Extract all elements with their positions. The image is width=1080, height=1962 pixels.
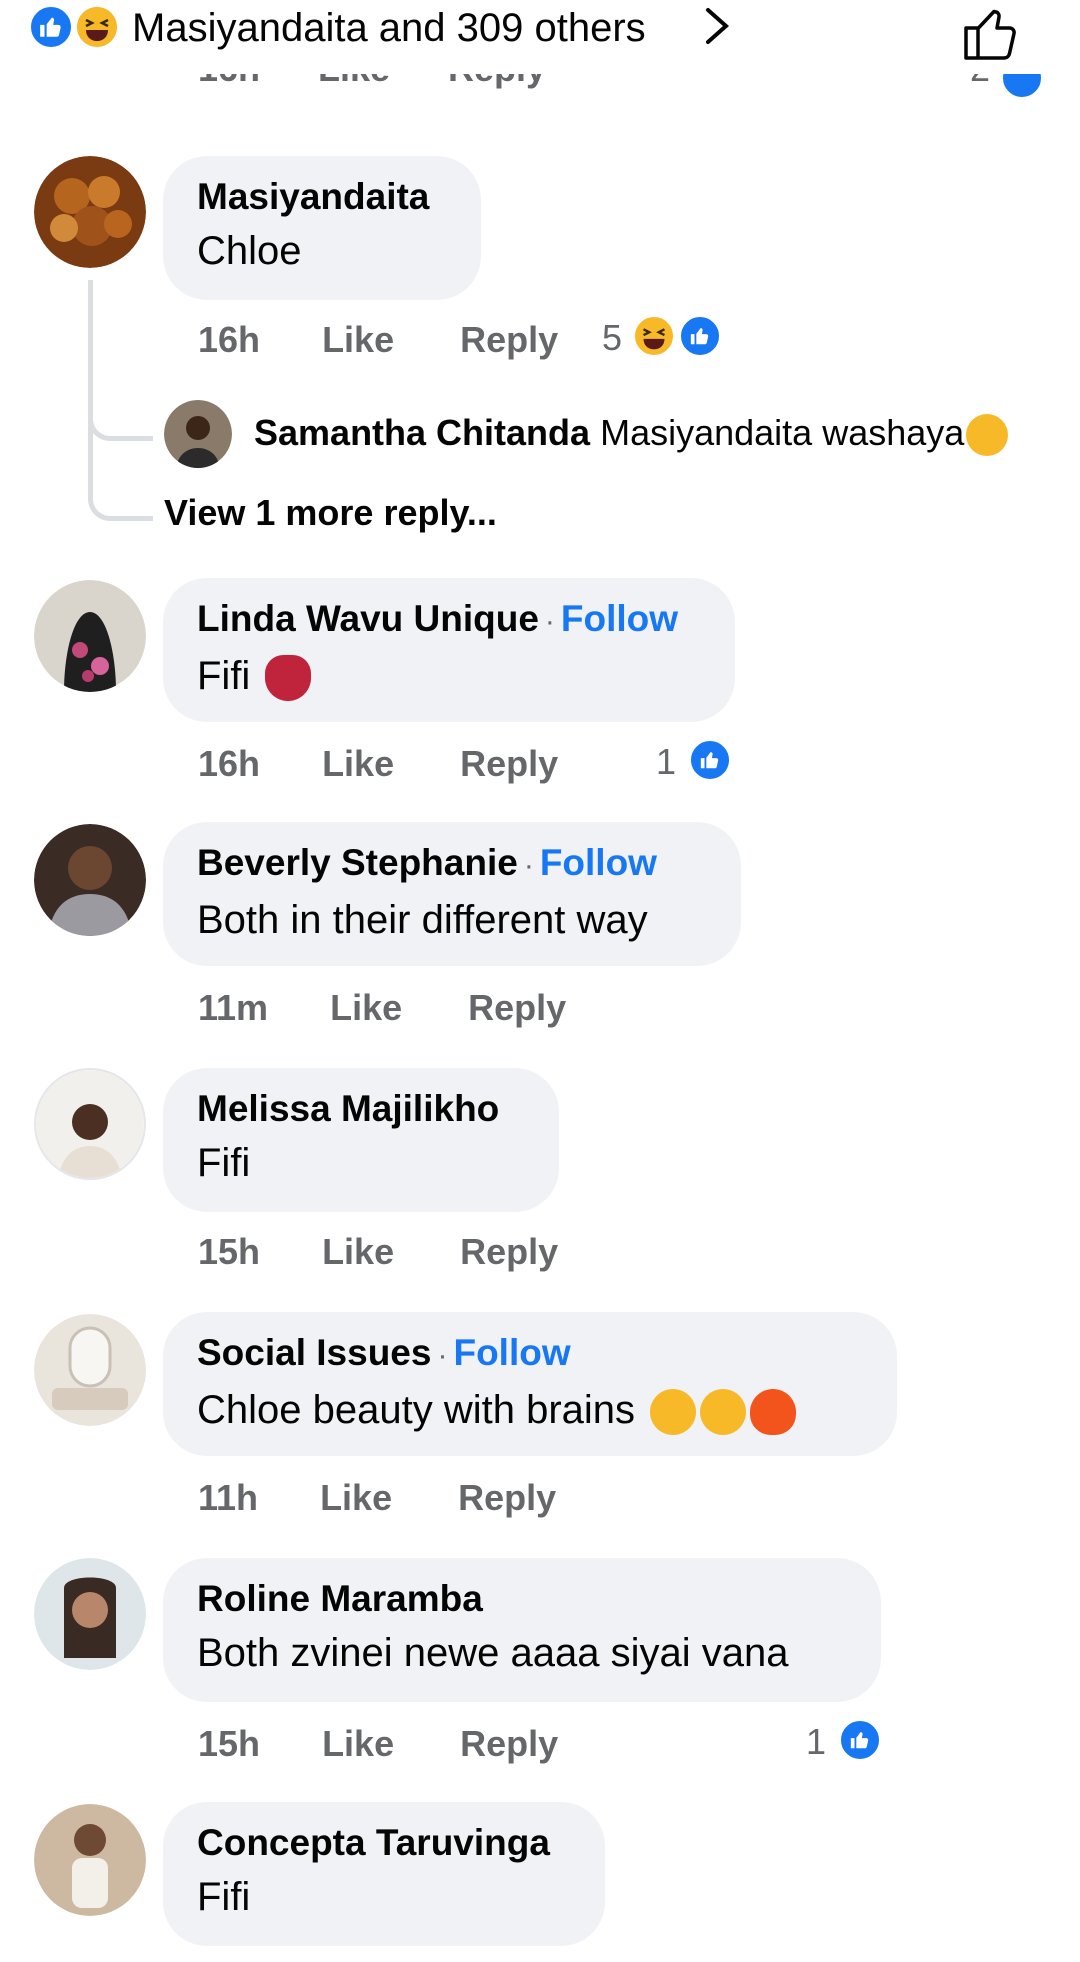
comment-text: Fifi <box>197 654 251 698</box>
reply-button[interactable]: Reply <box>468 986 566 1030</box>
like-button[interactable]: Like <box>330 986 402 1030</box>
comment-actions: 11m Like Reply <box>198 986 566 1030</box>
heart-eyes-emoji-icon <box>700 1389 747 1436</box>
separator-dot: · <box>437 1339 448 1372</box>
comment-bubble[interactable]: Roline Maramba Both zvinei newe aaaa siy… <box>163 1558 881 1702</box>
reply-preview[interactable]: Samantha Chitanda Masiyandaita washaya <box>254 410 1009 457</box>
smiling-face-with-hearts-emoji-icon <box>650 1389 697 1436</box>
follow-button[interactable]: Follow <box>561 598 678 639</box>
haha-icon <box>632 314 676 358</box>
reply-button[interactable]: Reply <box>460 1230 558 1274</box>
like-icon <box>28 4 74 50</box>
like-button[interactable]: Like <box>318 74 390 90</box>
reaction-count: 2 <box>970 74 990 90</box>
reactions-header[interactable]: Masiyandaita and 309 others <box>0 0 1080 74</box>
comment-author[interactable]: Concepta Taruvinga <box>197 1818 571 1868</box>
follow-button[interactable]: Follow <box>540 842 657 883</box>
comment-time: 16h <box>198 74 260 90</box>
reactions-summary[interactable]: Masiyandaita and 309 others <box>132 4 646 52</box>
comment-text: Both zvinei newe aaaa siyai vana <box>197 1631 789 1675</box>
comment-text: Chloe beauty with brains <box>197 1388 636 1432</box>
chevron-right-icon[interactable] <box>700 6 734 46</box>
thumbs-up-outline-icon[interactable] <box>960 2 1022 62</box>
avatar[interactable] <box>34 1068 146 1180</box>
avatar[interactable] <box>164 400 232 468</box>
comment-author[interactable]: Social Issues <box>197 1332 431 1373</box>
thread-branch <box>88 430 153 521</box>
comment-author[interactable]: Linda Wavu Unique <box>197 598 539 639</box>
avatar[interactable] <box>34 1558 146 1670</box>
comment-author[interactable]: Beverly Stephanie <box>197 842 518 883</box>
comment-author[interactable]: Masiyandaita <box>197 172 447 222</box>
reaction-count[interactable]: 1 <box>656 740 676 784</box>
comment-bubble[interactable]: Concepta Taruvinga Fifi <box>163 1802 605 1946</box>
comment-bubble[interactable]: Melissa Majilikho Fifi <box>163 1068 559 1212</box>
comment-text: Both in their different way <box>197 898 648 942</box>
comment-time: 16h <box>198 319 261 360</box>
reply-button[interactable]: Reply <box>460 1722 558 1766</box>
reaction-count[interactable]: 5 <box>602 316 622 360</box>
reply-author[interactable]: Samantha Chitanda <box>254 412 590 453</box>
separator-dot: · <box>544 605 555 638</box>
comment-time: 16h <box>198 743 261 784</box>
comment-author[interactable]: Melissa Majilikho <box>197 1084 525 1134</box>
comment-bubble[interactable]: Masiyandaita Chloe <box>163 156 481 300</box>
like-icon <box>838 1718 882 1762</box>
dancer-emoji-icon <box>265 655 312 702</box>
comment-bubble[interactable]: Social Issues · Follow Chloe beauty with b… <box>163 1312 897 1456</box>
reply-text: Masiyandaita washaya <box>600 412 965 453</box>
comment-text: Fifi <box>197 1141 251 1185</box>
like-button[interactable]: Like <box>322 318 394 362</box>
like-button[interactable]: Like <box>322 1722 394 1766</box>
avatar[interactable] <box>34 1314 146 1426</box>
like-button[interactable]: Like <box>320 1476 392 1520</box>
like-button[interactable]: Like <box>322 1230 394 1274</box>
comment-time: 11m <box>198 987 269 1028</box>
like-icon <box>1000 74 1044 100</box>
avatar[interactable] <box>34 156 146 268</box>
haha-icon <box>74 4 120 50</box>
previous-comment-actions: 16h Like Reply 2 <box>0 74 1080 124</box>
comment-author[interactable]: Roline Maramba <box>197 1574 847 1624</box>
separator-dot: · <box>523 849 534 882</box>
like-icon <box>678 314 722 358</box>
reply-button[interactable]: Reply <box>458 1476 556 1520</box>
comment-time: 15h <box>198 1231 261 1272</box>
comment-actions: 16h Like Reply <box>198 742 558 786</box>
reply-button[interactable]: Reply <box>460 318 558 362</box>
avatar[interactable] <box>34 1804 146 1916</box>
comment-actions: 11h Like Reply <box>198 1476 556 1520</box>
comment-bubble[interactable]: Linda Wavu Unique · Follow Fifi <box>163 578 735 722</box>
crying-laughing-emoji-icon <box>966 414 1009 457</box>
like-button[interactable]: Like <box>322 742 394 786</box>
reaction-count[interactable]: 1 <box>806 1720 826 1764</box>
comment-text: Fifi <box>197 1875 251 1919</box>
comment-text: Chloe <box>197 229 302 273</box>
comment-bubble[interactable]: Beverly Stephanie · Follow Both in their d… <box>163 822 741 966</box>
follow-button[interactable]: Follow <box>453 1332 570 1373</box>
view-more-replies[interactable]: View 1 more reply... <box>164 490 497 536</box>
comment-actions: 15h Like Reply <box>198 1230 558 1274</box>
comment-time: 15h <box>198 1723 261 1764</box>
comment-time: 11h <box>198 1477 259 1518</box>
avatar[interactable] <box>34 580 146 692</box>
reply-button[interactable]: Reply <box>448 74 546 90</box>
avatar[interactable] <box>34 824 146 936</box>
fire-emoji-icon <box>750 1389 797 1436</box>
reply-button[interactable]: Reply <box>460 742 558 786</box>
comment-actions: 15h Like Reply <box>198 1722 558 1766</box>
comment-actions: 16h Like Reply <box>198 318 558 362</box>
like-icon <box>688 738 732 782</box>
